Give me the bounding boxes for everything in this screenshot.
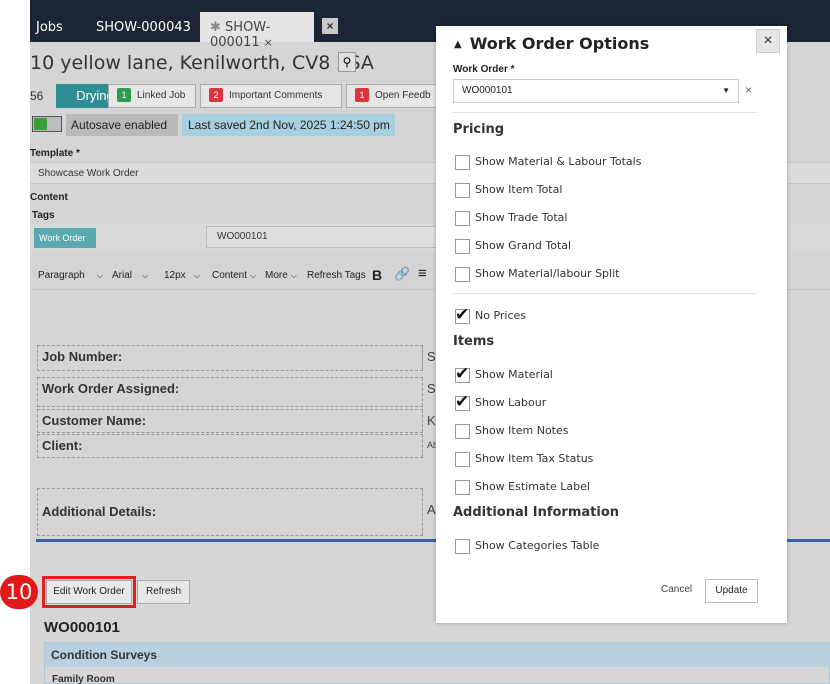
content-dropdown[interactable]: Content ⌵ xyxy=(212,270,256,281)
count-badge: 2 xyxy=(209,88,223,103)
tags-label: Tags xyxy=(32,210,55,221)
refresh-tags-button[interactable]: Refresh Tags xyxy=(307,270,366,281)
checkbox-label: No Prices xyxy=(475,309,527,322)
checkbox-label: Show Item Total xyxy=(475,183,563,196)
important-comments-button[interactable]: 2 Important Comments xyxy=(200,84,342,108)
font-size-dropdown[interactable]: 12px ⌵ xyxy=(164,270,200,281)
customer-name-label: Customer Name: xyxy=(37,409,423,433)
work-order-select[interactable]: WO000101 ▼ xyxy=(453,79,739,103)
work-order-id: WO000101 xyxy=(44,619,120,636)
more-dropdown[interactable]: More ⌵ xyxy=(265,270,297,281)
show-material-labour-totals-checkbox[interactable] xyxy=(455,155,470,170)
checkbox-label: Show Categories Table xyxy=(475,539,600,552)
items-heading: Items xyxy=(453,334,495,349)
select-value: WO000101 xyxy=(462,85,513,96)
tab-show-000043[interactable]: SHOW-000043 xyxy=(86,12,201,42)
show-categories-table-checkbox[interactable] xyxy=(455,539,470,554)
linked-job-button[interactable]: 1 Linked Job xyxy=(108,84,196,108)
divider xyxy=(453,112,757,113)
show-grand-total-checkbox[interactable] xyxy=(455,239,470,254)
chevron-down-icon: ⌵ xyxy=(193,271,200,280)
additional-information-heading: Additional Information xyxy=(453,505,620,520)
highlight-outline xyxy=(42,576,136,608)
step-number-badge: 10 xyxy=(0,575,38,609)
work-order-options-modal: ▲ Work Order Options × Work Order * WO000… xyxy=(436,26,787,623)
pricing-heading: Pricing xyxy=(453,122,505,137)
open-feedback-button[interactable]: 1 Open Feedb xyxy=(346,84,446,108)
autosave-label: Autosave enabled xyxy=(66,114,178,136)
tab-close-icon[interactable]: × xyxy=(264,36,273,49)
chevron-down-icon: ⌵ xyxy=(142,271,149,280)
show-material-checkbox[interactable] xyxy=(455,364,470,384)
chevron-down-icon: ⌵ xyxy=(290,271,297,280)
caret-down-icon: ▼ xyxy=(722,86,730,95)
tab-jobs[interactable]: Jobs xyxy=(30,12,73,42)
show-item-total-checkbox[interactable] xyxy=(455,183,470,198)
chevron-down-icon: ⌵ xyxy=(250,271,257,280)
modal-title-text: Work Order Options xyxy=(469,34,650,53)
template-label: Template * xyxy=(30,148,80,159)
condition-surveys-header: Condition Surveys xyxy=(45,643,830,667)
additional-details-label: Additional Details: xyxy=(37,488,423,536)
tab-label: Jobs xyxy=(36,20,63,35)
modal-close-button[interactable]: × xyxy=(756,29,780,53)
content-label: Content xyxy=(30,192,68,203)
show-material-labour-split-checkbox[interactable] xyxy=(455,267,470,282)
bold-button[interactable]: B xyxy=(372,267,382,283)
asterisk-icon: ✱ xyxy=(210,20,221,35)
pill-label: Important Comments xyxy=(229,90,323,101)
show-item-notes-checkbox[interactable] xyxy=(455,424,470,439)
dropdown-label: 12px xyxy=(164,270,186,281)
checkbox-label: Show Trade Total xyxy=(475,211,568,224)
tab-show-000011[interactable]: ✱ SHOW-000011 × xyxy=(200,12,314,50)
show-item-tax-status-checkbox[interactable] xyxy=(455,452,470,467)
no-prices-checkbox[interactable] xyxy=(455,305,470,325)
checkbox-label: Show Material/labour Split xyxy=(475,267,620,280)
job-number-label: Job Number: xyxy=(37,345,423,371)
last-saved-status: Last saved 2nd Nov, 2025 1:24:50 pm xyxy=(182,114,395,136)
checkbox-label: Show Estimate Label xyxy=(475,480,590,493)
count-badge: 1 xyxy=(355,88,369,103)
map-pin-icon[interactable]: ⚲ xyxy=(338,52,356,72)
checkbox-label: Show Material & Labour Totals xyxy=(475,155,642,168)
tag-chip[interactable]: Work Order xyxy=(34,228,96,248)
checkbox-label: Show Item Tax Status xyxy=(475,452,594,465)
clear-icon[interactable]: × xyxy=(745,83,752,97)
cancel-button[interactable]: Cancel xyxy=(661,584,692,595)
dropdown-label: Paragraph xyxy=(38,270,85,281)
update-button[interactable]: Update xyxy=(705,579,758,603)
count-badge: 1 xyxy=(117,88,131,103)
dropdown-label: Arial xyxy=(112,270,133,281)
align-icon[interactable]: ≡ xyxy=(418,265,427,282)
refresh-button[interactable]: Refresh xyxy=(137,580,190,604)
font-dropdown[interactable]: Arial ⌵ xyxy=(112,270,148,281)
modal-title[interactable]: ▲ Work Order Options xyxy=(454,34,649,53)
checkbox-label: Show Item Notes xyxy=(475,424,569,437)
divider xyxy=(453,293,757,294)
chevron-down-icon: ⌵ xyxy=(96,271,103,280)
checkbox-label: Show Material xyxy=(475,368,553,381)
family-room-label: Family Room xyxy=(52,674,115,684)
checkbox-label: Show Grand Total xyxy=(475,239,572,252)
autosave-toggle[interactable] xyxy=(32,116,62,132)
job-number-partial: 56 xyxy=(30,89,44,103)
dropdown-label: More xyxy=(265,270,288,281)
paragraph-dropdown[interactable]: Paragraph ⌵ xyxy=(38,270,103,281)
job-address: 10 yellow lane, Kenilworth, CV8 2SA xyxy=(30,52,374,74)
dropdown-label: Content xyxy=(212,270,248,281)
work-order-label: Work Order * xyxy=(453,64,515,75)
show-labour-checkbox[interactable] xyxy=(455,392,470,412)
show-estimate-label-checkbox[interactable] xyxy=(455,480,470,495)
show-trade-total-checkbox[interactable] xyxy=(455,211,470,226)
link-icon[interactable]: 🔗 xyxy=(394,266,410,282)
work-order-assigned-label: Work Order Assigned: xyxy=(37,377,423,407)
tab-label: SHOW-000043 xyxy=(96,20,191,35)
checkbox-label: Show Labour xyxy=(475,396,547,409)
collapse-triangle-icon: ▲ xyxy=(454,39,462,50)
pill-label: Linked Job xyxy=(137,90,186,101)
pill-label: Open Feedb xyxy=(375,90,431,101)
client-label: Client: xyxy=(37,434,423,458)
close-all-tabs-button[interactable]: × xyxy=(322,18,338,34)
